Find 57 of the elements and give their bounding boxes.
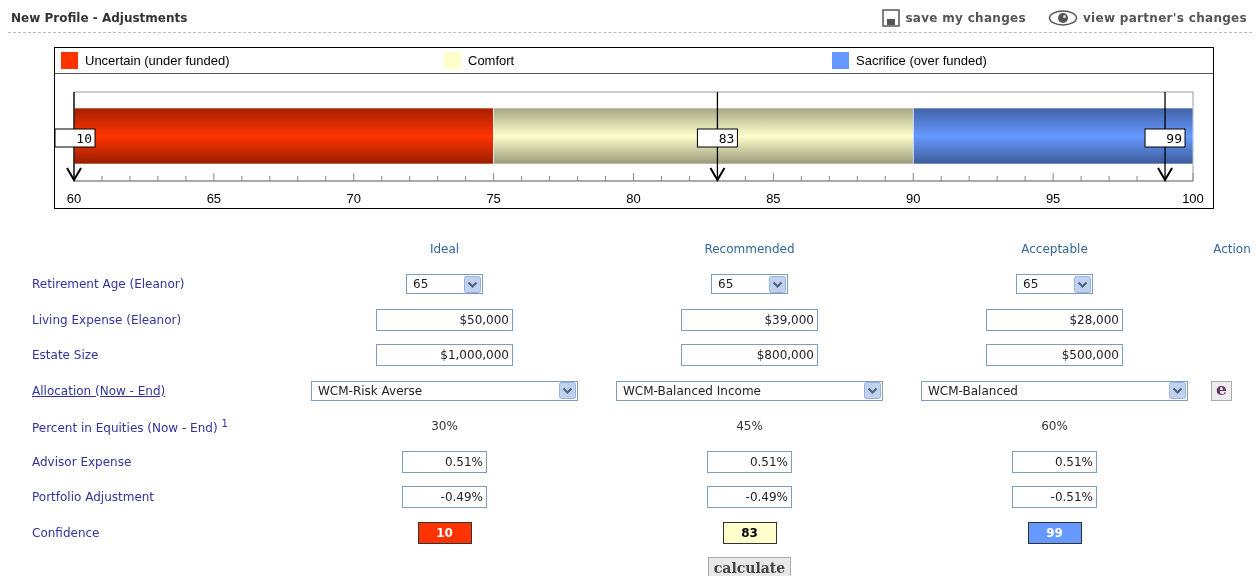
dropdown[interactable]: 65 <box>406 274 483 295</box>
field-label: Advisor Expense <box>32 454 133 469</box>
input-field[interactable]: $1,000,000 <box>376 344 513 367</box>
allocation-link[interactable]: Allocation (Now - End) <box>32 383 292 398</box>
tick-label: 100 <box>1182 191 1204 206</box>
input-field[interactable]: -0.49% <box>707 486 792 509</box>
input-field[interactable]: $28,000 <box>986 308 1123 331</box>
field-label: Estate Size <box>32 348 100 363</box>
dropdown[interactable]: 65 <box>1016 274 1093 295</box>
input-field[interactable]: 0.51% <box>1012 450 1097 473</box>
marker-label: 10 <box>55 128 96 148</box>
input-field[interactable]: $500,000 <box>986 344 1123 367</box>
eye-icon <box>1047 9 1078 27</box>
field-label: Retirement Age (Eleanor) <box>32 277 186 292</box>
percent-value: 45% <box>736 419 763 434</box>
marker-label: 83 <box>696 128 738 148</box>
input-field[interactable]: -0.51% <box>1012 486 1097 509</box>
field-label: Percent in Equities (Now - End) $^{1}$ <box>32 417 229 435</box>
legend-label: Sacrifice (over funded) <box>856 53 987 68</box>
field-label: Confidence <box>32 525 101 540</box>
tick-label: 75 <box>486 191 501 206</box>
column-header: Ideal <box>428 241 461 256</box>
legend-label: Uncertain (under funded) <box>85 53 230 68</box>
tick-label: 95 <box>1045 191 1061 206</box>
input-field[interactable]: 0.51% <box>707 450 792 473</box>
tick-label: 85 <box>766 191 781 206</box>
tick-label: 65 <box>206 191 222 206</box>
edit-button[interactable]: e <box>1211 380 1232 401</box>
marker-label: 99 <box>1144 128 1186 148</box>
field-label: Living Expense (Eleanor) <box>32 312 183 327</box>
tick-label: 60 <box>66 191 82 206</box>
tick-label: 90 <box>906 191 921 206</box>
save-link[interactable]: save my changes <box>882 9 1026 27</box>
page-title: New Profile - Adjustments <box>11 11 188 25</box>
column-header: Action <box>1212 241 1252 256</box>
confidence-value: 99 <box>1027 521 1082 544</box>
calculate-button[interactable]: calculate <box>707 557 792 576</box>
input-field[interactable]: $50,000 <box>376 308 513 331</box>
view-link[interactable]: view partner's changes <box>1047 9 1247 27</box>
column-header: Acceptable <box>1020 241 1089 256</box>
column-header: Recommended <box>703 241 796 256</box>
tick-label: 80 <box>626 191 641 206</box>
tick-label: 70 <box>346 191 361 206</box>
confidence-value: 10 <box>417 521 472 544</box>
dropdown[interactable]: WCM-Risk Averse <box>311 380 578 401</box>
input-field[interactable]: -0.49% <box>402 486 487 509</box>
input-field[interactable]: 0.51% <box>402 450 487 473</box>
percent-value: 30% <box>431 419 458 434</box>
dropdown[interactable]: 65 <box>711 274 788 295</box>
input-field[interactable]: $39,000 <box>681 308 818 331</box>
legend-label: Comfort <box>468 53 515 68</box>
field-label: Portfolio Adjustment <box>32 490 156 505</box>
confidence-value: 83 <box>722 521 777 544</box>
dropdown[interactable]: WCM-Balanced Income <box>616 380 883 401</box>
percent-value: 60% <box>1041 419 1068 434</box>
dropdown[interactable]: WCM-Balanced <box>921 380 1188 401</box>
input-field[interactable]: $800,000 <box>681 344 818 367</box>
